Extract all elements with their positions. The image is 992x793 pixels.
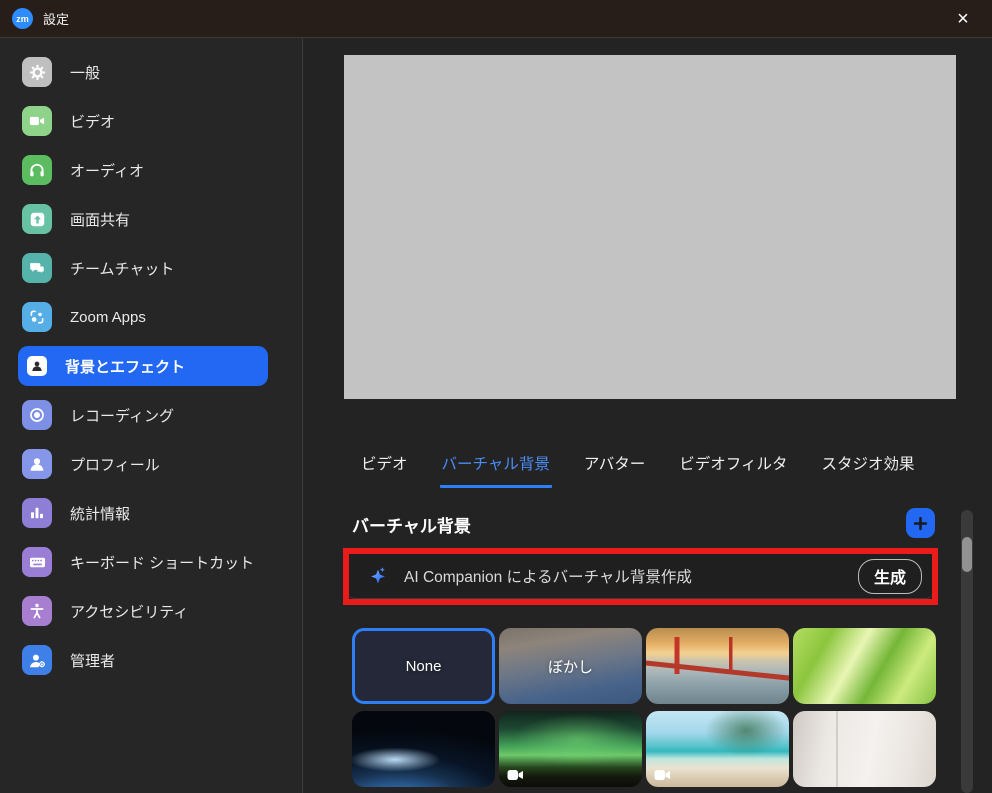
bg-tile-none[interactable]: None [352, 628, 495, 704]
tab-video-filter[interactable]: ビデオフィルタ [677, 448, 789, 488]
bg-tile-blur[interactable]: ぼかし [499, 628, 642, 704]
zoom-logo-icon: zm [12, 8, 33, 29]
bg-tile-aurora[interactable] [499, 711, 642, 787]
sidebar-item-statistics[interactable]: 統計情報 [18, 493, 268, 533]
background-effects-icon [27, 356, 47, 376]
section-heading-virtual-background: バーチャル背景 [352, 512, 471, 537]
profile-icon [22, 449, 52, 479]
sidebar-item-label: 統計情報 [70, 503, 130, 524]
sidebar-item-label: レコーディング [70, 405, 174, 426]
tile-label: None [406, 658, 442, 675]
zoom-apps-icon [22, 302, 52, 332]
sidebar-item-audio[interactable]: オーディオ [18, 150, 268, 190]
ai-companion-row[interactable]: AI Companion によるバーチャル背景作成 生成 [349, 554, 932, 599]
content-scrollbar[interactable] [961, 510, 973, 793]
sidebar-item-label: チームチャット [70, 258, 174, 279]
recording-icon [22, 400, 52, 430]
bg-tile-grass[interactable] [793, 628, 936, 704]
video-camera-icon [22, 106, 52, 136]
sidebar-item-team-chat[interactable]: チームチャット [18, 248, 268, 288]
tab-virtual-background[interactable]: バーチャル背景 [440, 448, 552, 488]
generate-button[interactable]: 生成 [858, 559, 922, 594]
sidebar-item-label: 管理者 [70, 650, 115, 671]
sidebar-item-admin[interactable]: 管理者 [18, 640, 268, 680]
settings-sidebar: 一般ビデオオーディオ画面共有チームチャット Zoom Apps 背景とエフェクトレコ… [0, 38, 303, 793]
plus-icon [913, 516, 928, 531]
keyboard-icon [22, 547, 52, 577]
sidebar-item-label: ビデオ [70, 111, 115, 132]
sidebar-item-keyboard-shortcuts[interactable]: キーボード ショートカット [18, 542, 268, 582]
admin-icon [22, 645, 52, 675]
sidebar-item-label: プロフィール [70, 454, 160, 475]
sidebar-item-profile[interactable]: プロフィール [18, 444, 268, 484]
window-title: 設定 [43, 9, 69, 28]
bg-tile-earth-from-space[interactable] [352, 711, 495, 787]
sidebar-item-label: 画面共有 [70, 209, 130, 230]
sidebar-item-label: キーボード ショートカット [70, 552, 254, 573]
sidebar-item-label: オーディオ [70, 160, 144, 181]
annotation-red-box: AI Companion によるバーチャル背景作成 生成 [343, 548, 938, 605]
main-panel: ビデオバーチャル背景アバタービデオフィルタスタジオ効果 バーチャル背景 AI C… [303, 38, 992, 793]
screen-share-icon [22, 204, 52, 234]
accessibility-icon [22, 596, 52, 626]
tab-avatar[interactable]: アバター [582, 448, 647, 488]
team-chat-icon [22, 253, 52, 283]
sidebar-item-label: アクセシビリティ [70, 601, 188, 622]
tile-label: ぼかし [548, 656, 593, 677]
ai-sparkle-icon [367, 565, 389, 587]
bg-tile-golden-gate-bridge[interactable] [646, 628, 789, 704]
sidebar-item-accessibility[interactable]: アクセシビリティ [18, 591, 268, 631]
video-camera-badge-icon [507, 768, 524, 780]
gear-icon [22, 57, 52, 87]
video-preview [344, 55, 956, 399]
tab-video[interactable]: ビデオ [359, 448, 410, 488]
video-camera-badge-icon [654, 768, 671, 780]
sidebar-item-zoom-apps[interactable]: Zoom Apps [18, 297, 268, 337]
background-grid: None ぼかし [352, 628, 936, 787]
ai-companion-label: AI Companion によるバーチャル背景作成 [404, 565, 692, 587]
sidebar-item-label: Zoom Apps [70, 309, 146, 326]
close-icon[interactable]: × [946, 4, 980, 34]
sidebar-item-recording[interactable]: レコーディング [18, 395, 268, 435]
sidebar-item-video[interactable]: ビデオ [18, 101, 268, 141]
bg-tile-beach[interactable] [646, 711, 789, 787]
sidebar-item-label: 背景とエフェクト [65, 356, 185, 377]
sidebar-item-screen-share[interactable]: 画面共有 [18, 199, 268, 239]
statistics-icon [22, 498, 52, 528]
headphones-icon [22, 155, 52, 185]
tab-studio-effects[interactable]: スタジオ効果 [819, 448, 916, 488]
window-titlebar: zm 設定 × [0, 0, 992, 38]
bg-tile-room[interactable] [793, 711, 936, 787]
scrollbar-thumb[interactable] [962, 537, 972, 572]
sidebar-item-label: 一般 [70, 62, 100, 83]
sidebar-item-background-effects[interactable]: 背景とエフェクト [18, 346, 268, 386]
tab-bar: ビデオバーチャル背景アバタービデオフィルタスタジオ効果 [359, 448, 916, 488]
add-background-button[interactable] [906, 508, 935, 538]
sidebar-item-general[interactable]: 一般 [18, 52, 268, 92]
